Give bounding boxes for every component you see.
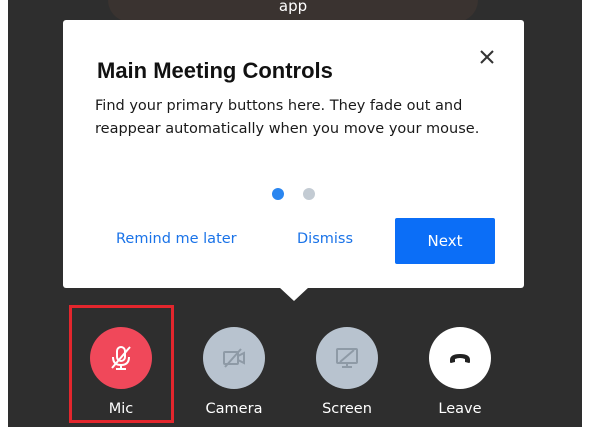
popup-pointer-arrow	[279, 287, 309, 301]
camera-off-icon	[203, 327, 265, 389]
mic-highlight-box	[69, 305, 174, 423]
next-button[interactable]: Next	[395, 218, 495, 264]
pagination-dots	[63, 188, 524, 200]
camera-button[interactable]: Camera	[194, 327, 274, 423]
screen-button[interactable]: Screen	[307, 327, 387, 423]
top-banner-text: app	[278, 0, 308, 15]
dismiss-button[interactable]: Dismiss	[297, 231, 353, 247]
close-button[interactable]	[476, 46, 498, 68]
pagination-dot[interactable]	[303, 188, 315, 200]
onboarding-popup: Main Meeting Controls Find your primary …	[63, 20, 524, 288]
pagination-dot-active[interactable]	[272, 188, 284, 200]
popup-body: Find your primary buttons here. They fad…	[95, 98, 480, 137]
top-banner: app	[108, 0, 478, 22]
leave-label: Leave	[438, 401, 482, 417]
close-icon	[480, 50, 494, 64]
leave-button[interactable]: Leave	[420, 327, 500, 423]
remind-me-later-button[interactable]: Remind me later	[116, 231, 237, 247]
hang-up-icon	[429, 327, 491, 389]
screen-share-off-icon	[316, 327, 378, 389]
camera-label: Camera	[205, 401, 263, 417]
screen-label: Screen	[322, 401, 372, 417]
popup-title: Main Meeting Controls	[97, 58, 333, 83]
